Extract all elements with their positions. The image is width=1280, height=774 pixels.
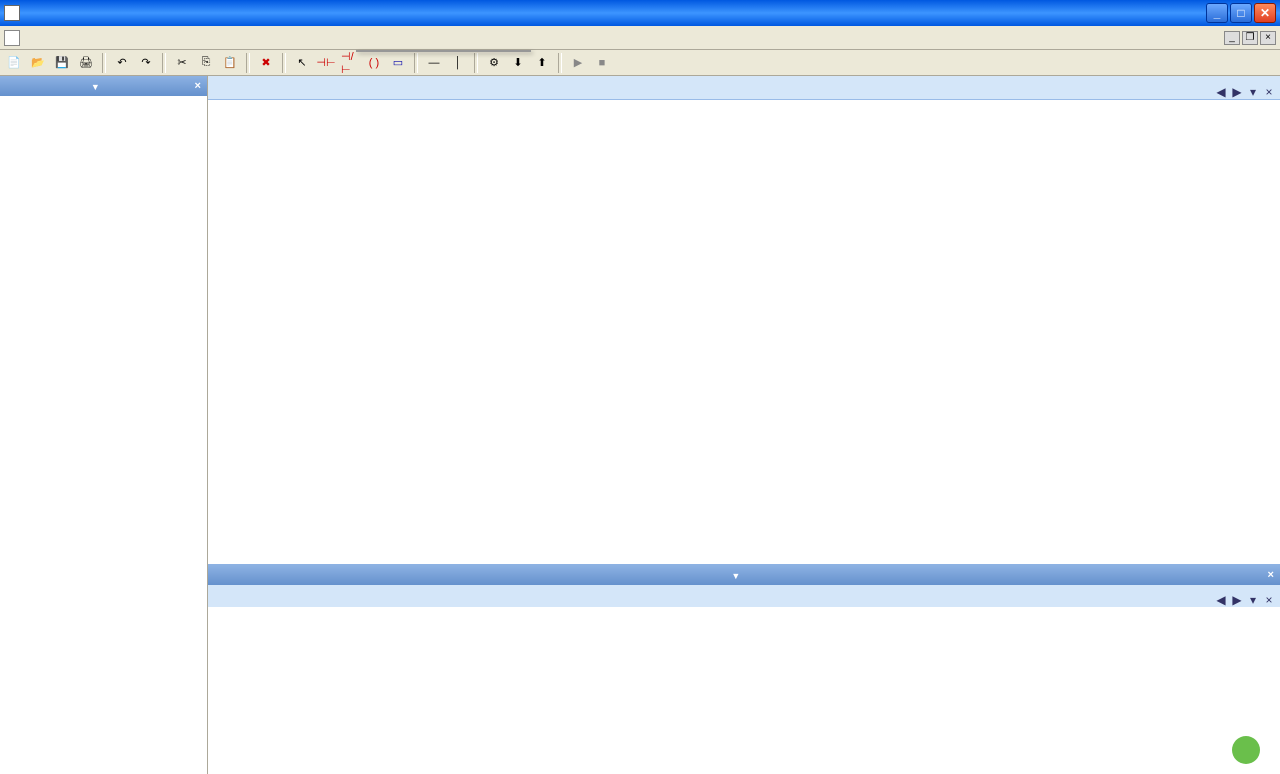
status-tab-list[interactable]: ▾ — [1246, 593, 1260, 607]
pin-icon[interactable] — [91, 79, 104, 93]
new-button[interactable]: 📄 — [4, 53, 24, 73]
status-pin-icon[interactable] — [731, 568, 744, 582]
hline-button[interactable]: — — [424, 53, 444, 73]
status-close-button[interactable]: × — [1268, 569, 1274, 581]
tab-close-button[interactable]: × — [1262, 85, 1276, 99]
maximize-button[interactable]: □ — [1230, 3, 1252, 23]
mdi-close-button[interactable]: × — [1260, 31, 1276, 45]
tab-list-button[interactable]: ▾ — [1246, 85, 1260, 99]
project-sidebar: × — [0, 76, 208, 774]
doc-icon — [4, 30, 20, 46]
document-tabs: ◀ ▶ ▾ × — [208, 76, 1280, 100]
compile-button[interactable]: ⚙ — [484, 53, 504, 73]
undo-button[interactable]: ↶ — [112, 53, 132, 73]
redo-button[interactable]: ↷ — [136, 53, 156, 73]
app-icon — [4, 5, 20, 21]
window-titlebar: _ □ ✕ — [0, 0, 1280, 26]
download-button[interactable]: ⬇ — [508, 53, 528, 73]
minimize-button[interactable]: _ — [1206, 3, 1228, 23]
copy-button[interactable]: ⎘ — [196, 53, 216, 73]
open-button[interactable]: 📂 — [28, 53, 48, 73]
toolbar: 📄 📂 💾 🖨 ↶ ↷ ✂ ⎘ 📋 ✖ ↖ ⊣⊢ ⊣/⊢ ( ) ▭ — │ ⚙… — [0, 50, 1280, 76]
print-button[interactable]: 🖨 — [76, 53, 96, 73]
status-panel-header: × — [208, 565, 1280, 585]
project-tree[interactable] — [0, 96, 207, 774]
run-button[interactable]: ▶ — [568, 53, 588, 73]
stop-button[interactable]: ■ — [592, 53, 612, 73]
tab-scroll-right[interactable]: ▶ — [1230, 85, 1244, 99]
tab-scroll-left[interactable]: ◀ — [1214, 85, 1228, 99]
project-panel-header: × — [0, 76, 207, 96]
status-tabs: ◀ ▶ ▾ × — [208, 585, 1280, 607]
save-button[interactable]: 💾 — [52, 53, 72, 73]
contact-nc-button[interactable]: ⊣/⊢ — [340, 53, 360, 73]
panel-close-button[interactable]: × — [195, 80, 201, 92]
vline-button[interactable]: │ — [448, 53, 468, 73]
delete-button[interactable]: ✖ — [256, 53, 276, 73]
ladder-editor[interactable] — [208, 100, 1280, 564]
cut-button[interactable]: ✂ — [172, 53, 192, 73]
status-panel: × ◀ ▶ ▾ × — [208, 564, 1280, 774]
fb-button[interactable]: ▭ — [388, 53, 408, 73]
menubar: _ ❐ × — [0, 26, 1280, 50]
mdi-minimize-button[interactable]: _ — [1224, 31, 1240, 45]
help-dropdown — [356, 50, 531, 52]
pointer-button[interactable]: ↖ — [292, 53, 312, 73]
status-tab-left[interactable]: ◀ — [1214, 593, 1228, 607]
close-button[interactable]: ✕ — [1254, 3, 1276, 23]
status-tab-close[interactable]: × — [1262, 593, 1276, 607]
paste-button[interactable]: 📋 — [220, 53, 240, 73]
status-tab-right[interactable]: ▶ — [1230, 593, 1244, 607]
contact-no-button[interactable]: ⊣⊢ — [316, 53, 336, 73]
ladder-diagram — [228, 136, 1260, 564]
upload-button[interactable]: ⬆ — [532, 53, 552, 73]
coil-button[interactable]: ( ) — [364, 53, 384, 73]
mdi-restore-button[interactable]: ❐ — [1242, 31, 1258, 45]
